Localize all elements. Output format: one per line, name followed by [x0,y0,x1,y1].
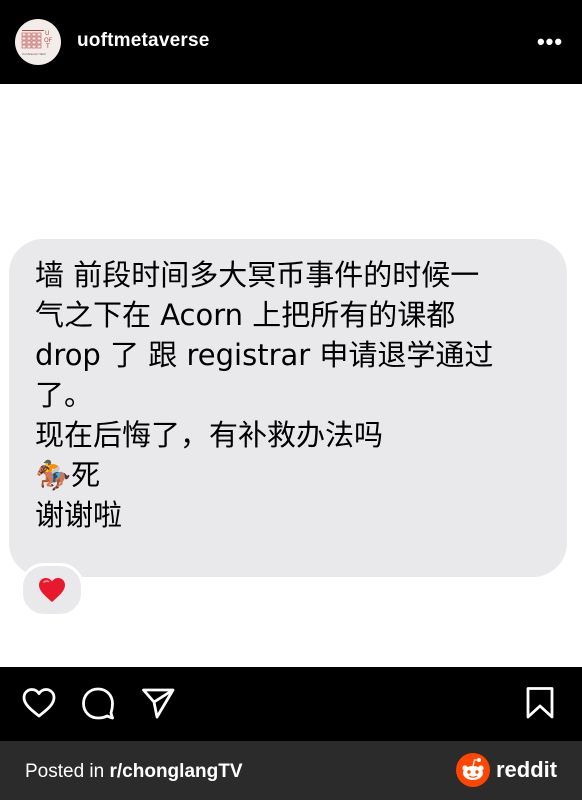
profile-avatar[interactable]: U OF T Confession Wall [15,19,61,65]
reddit-footer: Posted in r/chonglangTV reddit [0,741,582,800]
posted-in-text: Posted in r/chonglangTV [25,761,243,783]
action-bar [0,667,582,740]
heart-icon[interactable] [21,685,57,721]
more-options-icon[interactable]: ••• [534,29,566,54]
message-text: 墙 前段时间多大冥币事件的时候一 气之下在 Acorn 上把所有的课都 drop… [35,258,494,532]
reddit-snoo-icon [456,753,490,787]
reddit-wordmark: reddit [496,757,558,782]
bookmark-icon[interactable] [522,685,558,721]
post-header: U OF T Confession Wall uoftmetaverse ••• [0,0,582,84]
post-image: 墙 前段时间多大冥币事件的时候一 气之下在 Acorn 上把所有的课都 drop… [0,84,582,667]
posted-prefix: Posted in [25,761,110,782]
logo-caption: Confession Wall [22,52,46,56]
message-bubble: 墙 前段时间多大冥币事件的时候一 气之下在 Acorn 上把所有的课都 drop… [9,239,567,577]
red-heart-icon [39,578,65,602]
logo-t: T [46,43,50,50]
subreddit-link[interactable]: r/chonglangTV [110,761,243,782]
comment-icon[interactable] [80,685,116,721]
send-icon[interactable] [140,685,176,721]
account-username[interactable]: uoftmetaverse [77,30,209,52]
heart-reaction[interactable] [20,563,84,617]
confession-wall-logo: U OF T Confession Wall [21,27,55,57]
